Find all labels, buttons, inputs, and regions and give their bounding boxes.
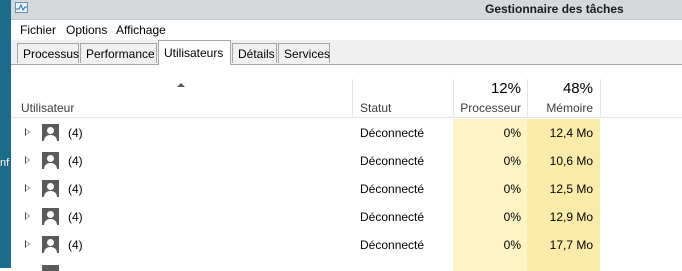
tab-services[interactable]: Services (278, 43, 330, 63)
cpu-value: 0% (503, 210, 521, 224)
user-avatar-icon (42, 265, 59, 271)
cpu-value: 0% (503, 182, 521, 196)
user-avatar-icon (42, 180, 59, 197)
user-status: Déconnecté (360, 210, 425, 224)
window-title: Gestionnaire des tâches (485, 2, 624, 16)
user-name: (4) (68, 182, 83, 196)
truncated-desktop-text: nf (0, 157, 10, 169)
memory-value: 12,9 Mo (549, 210, 593, 224)
user-name: (4) (68, 238, 83, 252)
menu-bar: Fichier Options Affichage (11, 20, 682, 40)
menu-fichier[interactable]: Fichier (20, 23, 56, 37)
column-header-row: Utilisateur Statut 12% Processeur 48% Mé… (11, 65, 682, 118)
cpu-value: 0% (503, 126, 521, 140)
tab-details[interactable]: Détails (232, 43, 277, 63)
tab-processus[interactable]: Processus (17, 43, 79, 63)
table-row[interactable]: (4) Déconnecté 0% 12,4 Mo (11, 119, 682, 147)
memory-value: 10,6 Mo (549, 154, 593, 168)
table-row[interactable]: (4) Déconnecté 0% 17,7 Mo (11, 231, 682, 259)
tab-utilisateurs[interactable]: Utilisateurs (158, 40, 231, 65)
memory-total-percent: 48% (562, 80, 593, 97)
memory-value: 12,5 Mo (549, 182, 593, 196)
desktop-background-strip: nf (0, 0, 11, 268)
expand-arrow-icon[interactable] (25, 212, 30, 220)
cpu-value: 0% (503, 154, 521, 168)
user-status: Déconnecté (360, 126, 425, 140)
cpu-heat-cell (453, 259, 527, 271)
memory-value: 12,4 Mo (549, 126, 593, 140)
expand-arrow-icon[interactable] (25, 184, 30, 192)
tab-strip: Processus Performance Utilisateurs Détai… (11, 40, 682, 65)
memory-value: 17,7 Mo (549, 238, 593, 252)
user-avatar-icon (42, 236, 59, 253)
menu-affichage[interactable]: Affichage (116, 23, 166, 37)
user-avatar-icon (42, 152, 59, 169)
memory-heat-cell (527, 259, 600, 271)
column-divider[interactable] (352, 79, 353, 117)
user-name: (4) (68, 154, 83, 168)
column-header-status[interactable]: Statut (360, 101, 391, 115)
expand-arrow-icon[interactable] (25, 156, 30, 164)
tab-performance[interactable]: Performance (80, 43, 157, 63)
menu-options[interactable]: Options (66, 23, 107, 37)
user-name: (4) (68, 126, 83, 140)
user-status: Déconnecté (360, 182, 425, 196)
column-divider[interactable] (600, 79, 601, 117)
column-header-user[interactable]: Utilisateur (21, 101, 74, 115)
column-header-cpu[interactable]: Processeur (453, 101, 521, 115)
table-row[interactable]: (4) Déconnecté 0% 10,6 Mo (11, 147, 682, 175)
expand-arrow-icon[interactable] (25, 128, 30, 136)
user-avatar-icon (42, 124, 59, 141)
sort-ascending-icon (177, 83, 185, 87)
expand-arrow-icon[interactable] (25, 240, 30, 248)
users-table: Utilisateur Statut 12% Processeur 48% Mé… (11, 65, 682, 271)
column-header-memory[interactable]: Mémoire (527, 101, 593, 115)
user-status: Déconnecté (360, 154, 425, 168)
user-avatar-icon (42, 208, 59, 225)
table-row-partial[interactable] (11, 259, 682, 271)
cpu-value: 0% (503, 238, 521, 252)
table-row[interactable]: (4) Déconnecté 0% 12,5 Mo (11, 175, 682, 203)
title-bar[interactable]: Gestionnaire des tâches (11, 0, 682, 20)
table-row[interactable]: (4) Déconnecté 0% 12,9 Mo (11, 203, 682, 231)
task-manager-app-icon (15, 2, 28, 13)
user-name: (4) (68, 210, 83, 224)
user-status: Déconnecté (360, 238, 425, 252)
cpu-total-percent: 12% (490, 80, 521, 97)
